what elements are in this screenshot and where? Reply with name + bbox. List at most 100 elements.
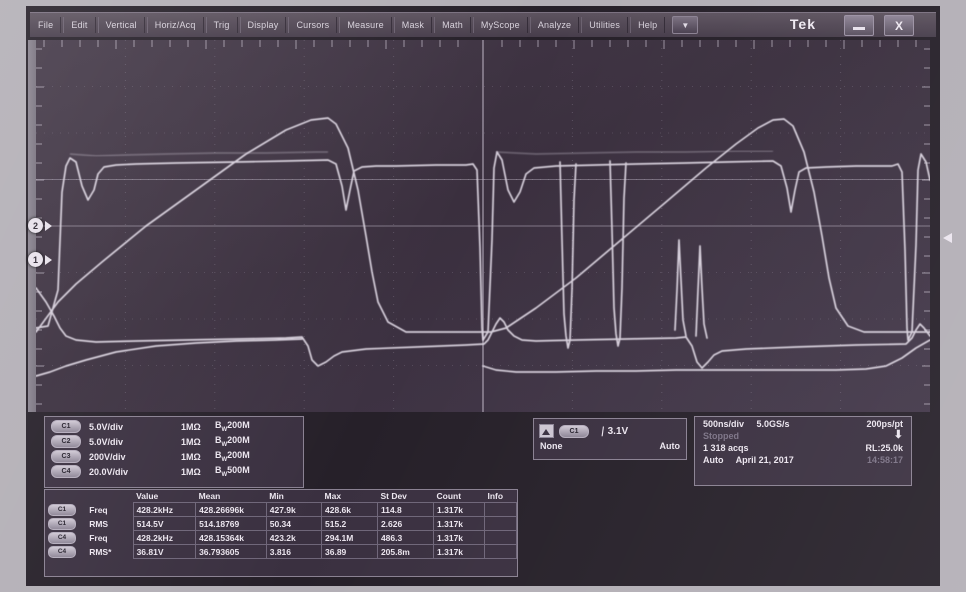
trigger-mode-row: None Auto	[534, 441, 686, 451]
waveform-graticule[interactable]	[36, 40, 930, 412]
menu-item-cursors[interactable]: Cursors	[288, 17, 338, 33]
channel-badge-c4[interactable]: C4	[51, 465, 81, 478]
minimize-icon	[853, 27, 865, 30]
run-state: Stopped	[703, 431, 739, 441]
menu-item-vertical[interactable]: Vertical	[97, 17, 145, 33]
measurement-count: 1.317k	[433, 544, 485, 559]
measurement-max: 294.1M	[321, 530, 378, 545]
channel-marker-1[interactable]: 1	[28, 252, 43, 267]
measurement-badge[interactable]: C1	[48, 517, 76, 530]
acq-timebase-group: 500ns/div 5.0GS/s	[703, 419, 800, 429]
acq-trigger-mode: Auto	[703, 455, 724, 465]
measurement-info	[484, 544, 517, 559]
measurement-min: 50.34	[265, 516, 323, 531]
measurement-count: 1.317k	[433, 502, 485, 517]
trigger-source-badge[interactable]: C1	[559, 424, 589, 438]
trigger-type-icon	[539, 424, 554, 438]
channel-badge-c2[interactable]: C2	[51, 435, 81, 448]
menu-item-measure[interactable]: Measure	[339, 17, 392, 33]
measurement-badge[interactable]: C4	[48, 531, 76, 544]
table-row[interactable]: C1 RMS 514.5V 514.18769 50.34 515.2 2.62…	[45, 516, 517, 531]
measurement-panel[interactable]: Value Mean Min Max St Dev Count Info C1 …	[44, 489, 518, 577]
resolution-per-point: 200ps/pt	[866, 419, 903, 429]
menu-item-myscope[interactable]: MyScope	[472, 17, 528, 33]
measurement-table: Value Mean Min Max St Dev Count Info C1 …	[45, 490, 517, 559]
acquisition-panel[interactable]: 500ns/div 5.0GS/s 200ps/pt Stopped ⬇ 1 3…	[694, 416, 912, 486]
table-row[interactable]: C4 Freq 428.2kHz 428.15364k 423.2k 294.1…	[45, 530, 517, 545]
col-name	[86, 490, 133, 503]
waveform-svg	[36, 40, 930, 412]
channel-row-c2[interactable]: C2 5.0V/div 1MΩ BW200M	[45, 434, 303, 449]
menu-item-utilities[interactable]: Utilities	[581, 17, 629, 33]
acq-date: April 21, 2017	[735, 455, 794, 465]
close-button[interactable]: X	[884, 15, 914, 36]
measurement-name: RMS	[89, 518, 109, 529]
channel-scale-c1: 5.0V/div	[89, 421, 124, 432]
channel-impedance-c4: 1MΩ	[181, 466, 201, 477]
rising-edge-icon: /	[601, 423, 605, 439]
menu-item-display[interactable]: Display	[239, 17, 287, 33]
channel-badge-c1[interactable]: C1	[51, 420, 81, 433]
menu-item-math[interactable]: Math	[434, 17, 471, 33]
channel-marker-2[interactable]: 2	[28, 218, 43, 233]
trigger-summary-row: C1 / 3.1V	[534, 419, 686, 441]
col-value: Value	[136, 491, 159, 501]
channel-badge-c3[interactable]: C3	[51, 450, 81, 463]
trigger-panel[interactable]: C1 / 3.1V None Auto	[533, 418, 687, 460]
row-badge-cell: C1	[45, 517, 86, 531]
measurement-header-row: Value Mean Min Max St Dev Count Info	[45, 490, 517, 503]
channel-bandwidth-c3: BW200M	[215, 450, 250, 463]
trigger-level-arrow-icon[interactable]	[943, 233, 952, 243]
menu-item-horiz-acq[interactable]: Horiz/Acq	[146, 17, 204, 33]
measurement-count: 1.317k	[433, 530, 485, 545]
table-row[interactable]: C1 Freq 428.2kHz 428.26696k 427.9k 428.6…	[45, 502, 517, 517]
menu-item-file[interactable]: File	[31, 17, 62, 33]
channel-settings-panel: C1 5.0V/div 1MΩ BW200M C2 5.0V/div 1MΩ B…	[44, 416, 304, 488]
row-badge-cell: C1	[45, 503, 86, 517]
col-badge	[45, 490, 86, 503]
measurement-info	[484, 530, 517, 545]
menu-item-edit[interactable]: Edit	[63, 17, 96, 33]
acquisition-count: 1 318 acqs	[703, 443, 749, 453]
menu-item-analyze[interactable]: Analyze	[529, 17, 580, 33]
minimize-button[interactable]	[844, 15, 874, 36]
measurement-mean: 514.18769	[195, 516, 267, 531]
channel-row-c1[interactable]: C1 5.0V/div 1MΩ BW200M	[45, 419, 303, 434]
channel-scale-c2: 5.0V/div	[89, 436, 124, 447]
measurement-info	[484, 502, 517, 517]
channel-row-c4[interactable]: C4 20.0V/div 1MΩ BW500M	[45, 464, 303, 479]
measurement-table-head: Value Mean Min Max St Dev Count Info	[45, 490, 517, 503]
trigger-level-value: 3.1V	[607, 425, 629, 437]
measurement-min: 427.9k	[265, 502, 323, 517]
bw-value-c3: 200M	[227, 450, 250, 461]
acq-row-count: 1 318 acqs RL:25.0k	[695, 442, 911, 454]
menu-item-help[interactable]: Help	[630, 17, 666, 33]
col-info: Info	[487, 491, 504, 501]
measurement-badge[interactable]: C4	[48, 545, 76, 558]
measurement-value: 428.2kHz	[132, 502, 197, 517]
trigger-mode: Auto	[659, 441, 681, 451]
acq-row-datetime: Auto April 21, 2017 14:58:17	[695, 454, 911, 466]
channel-bandwidth-c1: BW200M	[215, 420, 250, 433]
menu-item-trig[interactable]: Trig	[205, 17, 238, 33]
sample-rate: 5.0GS/s	[756, 419, 790, 429]
measurement-name: Freq	[89, 504, 108, 515]
measurement-max: 428.6k	[321, 502, 378, 517]
measurement-mean: 428.15364k	[195, 530, 267, 545]
acq-mode-date-group: Auto April 21, 2017	[703, 455, 804, 465]
channel-bandwidth-c2: BW200M	[215, 435, 250, 448]
acq-row-state: Stopped ⬇	[695, 430, 911, 442]
measurement-table-body: C1 Freq 428.2kHz 428.26696k 427.9k 428.6…	[45, 502, 517, 559]
channel-bandwidth-c4: BW500M	[215, 465, 250, 478]
channel-row-c3[interactable]: C3 200V/div 1MΩ BW200M	[45, 449, 303, 464]
chevron-down-icon[interactable]: ▼	[672, 16, 699, 34]
measurement-value: 428.2kHz	[132, 530, 197, 545]
measurement-value: 514.5V	[132, 516, 197, 531]
col-min: Min	[269, 491, 284, 501]
col-max: Max	[324, 491, 342, 501]
measurement-value: 36.81V	[132, 544, 197, 559]
table-row[interactable]: C4 RMS* 36.81V 36.793605 3.816 36.89 205…	[45, 544, 517, 559]
measurement-badge[interactable]: C1	[48, 503, 76, 516]
menu-item-mask[interactable]: Mask	[393, 17, 433, 33]
channel-impedance-c1: 1MΩ	[181, 421, 201, 432]
